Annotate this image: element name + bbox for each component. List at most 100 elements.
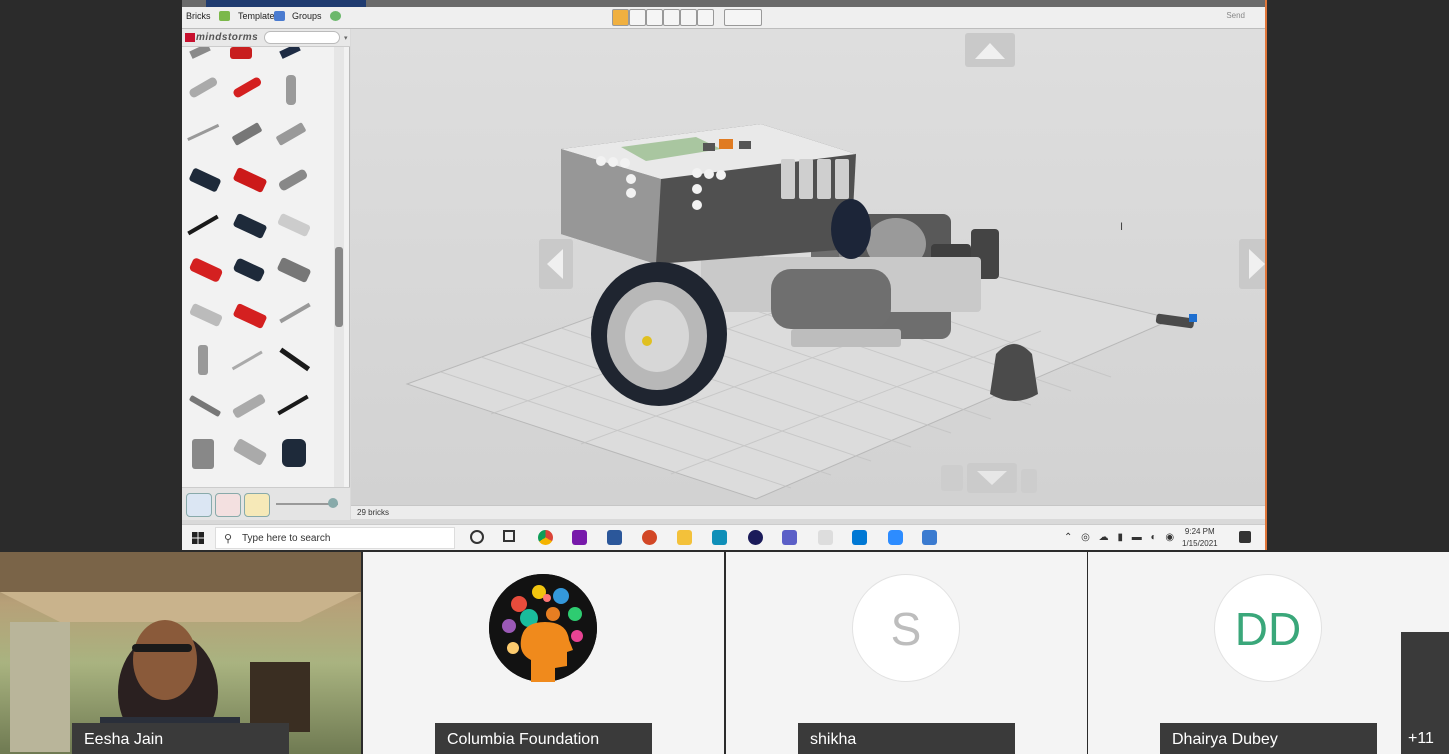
multi-select-tool-button[interactable] xyxy=(629,9,646,26)
tab-templates[interactable]: Templates xyxy=(238,11,279,21)
palette-scroll-thumb[interactable] xyxy=(335,247,343,327)
3d-viewport[interactable]: I xyxy=(351,29,1267,505)
participant-tile-video[interactable]: Eesha Jain xyxy=(0,552,361,754)
rotate-up-button[interactable] xyxy=(965,33,1015,67)
nxt-button xyxy=(703,143,715,151)
brick-thumb xyxy=(282,439,306,467)
clone-tool-button[interactable] xyxy=(724,9,762,26)
participant-name: shikha xyxy=(798,723,1015,754)
participant-avatar: S xyxy=(852,574,960,682)
powerpoint-icon[interactable] xyxy=(642,530,657,545)
connected-select-tool-button[interactable] xyxy=(646,9,663,26)
caster-pin xyxy=(1189,314,1197,322)
palette-scrollbar[interactable] xyxy=(334,47,344,487)
brick-thumb xyxy=(187,123,220,141)
chassis-beam xyxy=(791,329,901,347)
brick-thumb xyxy=(189,303,223,327)
brick-thumb xyxy=(233,77,262,98)
window-top-strip xyxy=(182,0,1267,7)
taskbar-search-placeholder: Type here to search xyxy=(242,533,331,544)
windows-start-icon[interactable] xyxy=(192,532,204,544)
brick-thumb xyxy=(278,169,308,191)
brick-thumb xyxy=(230,47,252,59)
zoom-out-button[interactable] xyxy=(1021,469,1037,493)
paint-mode-button[interactable] xyxy=(215,493,241,517)
taskbar-clock[interactable]: 9:24 PM 1/15/2021 xyxy=(1182,526,1218,550)
status-bar: 29 bricks xyxy=(351,505,1267,519)
window-titlebar-fragment xyxy=(206,0,366,7)
system-tray-icons[interactable]: ⌃ ◎ ☁ ▮ ▬ ◐ ◉ xyxy=(1064,532,1177,543)
shape-select-tool-button[interactable] xyxy=(680,9,697,26)
participant-tile[interactable]: Columbia Foundation xyxy=(363,552,724,754)
participant-tile[interactable]: S shikha xyxy=(726,552,1087,754)
tab-bricks[interactable]: Bricks xyxy=(186,11,211,21)
vscode-icon[interactable] xyxy=(852,530,867,545)
participant-tile[interactable]: DD Dhairya Dubey xyxy=(1088,552,1449,754)
mindstorms-brand: mindstorms xyxy=(196,32,259,43)
select-tool-button[interactable] xyxy=(612,9,629,26)
build-mode-button[interactable] xyxy=(186,493,212,517)
nxt-orange-button xyxy=(719,139,733,149)
more-participants-count: +11 xyxy=(1408,730,1434,747)
brick-thumb xyxy=(232,122,262,146)
participant-avatar-image xyxy=(489,574,597,682)
zoom-in-button[interactable] xyxy=(941,465,963,491)
clock-date: 1/15/2021 xyxy=(1182,539,1218,548)
participant-name: Eesha Jain xyxy=(72,723,289,754)
brick-thumb xyxy=(233,167,267,193)
rotate-down-button[interactable] xyxy=(967,463,1017,493)
app-icon[interactable] xyxy=(712,530,727,545)
tab-groups[interactable]: Groups xyxy=(292,11,322,21)
screen-share-border xyxy=(1265,0,1267,550)
zoom-slider-handle[interactable] xyxy=(328,498,338,508)
brick-thumb xyxy=(277,213,311,237)
onenote-icon[interactable] xyxy=(572,530,587,545)
collapse-icon[interactable]: ▾ xyxy=(344,34,348,42)
palette-search-input[interactable] xyxy=(264,31,340,44)
invert-select-tool-button[interactable] xyxy=(697,9,714,26)
notification-icon[interactable] xyxy=(1239,531,1251,543)
brick-thumb xyxy=(277,394,309,416)
brick-thumbnails xyxy=(187,47,311,469)
brick-thumb xyxy=(189,77,218,98)
text-cursor-icon: I xyxy=(1120,221,1124,233)
brick-thumb xyxy=(233,439,267,465)
palette-brand-bar: mindstorms ▾ xyxy=(182,29,350,47)
brick-thumb xyxy=(198,345,208,375)
brick-thumb xyxy=(279,347,311,372)
participant-name: Columbia Foundation xyxy=(435,723,652,754)
motor xyxy=(771,269,891,329)
chrome-icon[interactable] xyxy=(538,530,553,545)
participant-name: Dhairya Dubey xyxy=(1160,723,1377,754)
rotate-right-button[interactable] xyxy=(1239,239,1267,289)
windows-taskbar: ⚲ Type here to search ⌃ ◎ ☁ ▮ ▬ ◐ ◉ 9:24… xyxy=(182,524,1267,550)
task-view-icon[interactable] xyxy=(503,530,515,542)
wheel-hub xyxy=(625,300,689,372)
app-icon[interactable] xyxy=(748,530,763,545)
brick-thumb xyxy=(189,395,221,417)
hinge-mode-button[interactable] xyxy=(244,493,270,517)
bricks-icon xyxy=(219,11,230,21)
rotate-left-button[interactable] xyxy=(539,239,573,289)
caster-axle xyxy=(1155,313,1195,329)
teams-icon[interactable] xyxy=(782,530,797,545)
search-icon: ⚲ xyxy=(224,533,233,545)
app-icon[interactable] xyxy=(818,530,833,545)
word-icon[interactable] xyxy=(607,530,622,545)
zoom-icon[interactable] xyxy=(888,530,903,545)
brick-thumb xyxy=(279,47,301,59)
taskbar-search-input[interactable]: ⚲ Type here to search xyxy=(215,527,455,549)
app-icon[interactable] xyxy=(922,530,937,545)
color-select-tool-button[interactable] xyxy=(663,9,680,26)
participant-avatar: DD xyxy=(1214,574,1322,682)
file-explorer-icon[interactable] xyxy=(677,530,692,545)
brick-thumb xyxy=(192,439,214,469)
palette-bottom-bar xyxy=(182,487,350,520)
send-label[interactable]: Send xyxy=(1226,11,1245,20)
brick-thumb xyxy=(233,213,267,239)
brick-palette: mindstorms ▾ xyxy=(182,29,350,520)
brick-thumb xyxy=(189,168,221,192)
brick-thumb xyxy=(189,258,223,282)
cortana-icon[interactable] xyxy=(470,530,484,544)
more-participants-button[interactable]: +11 xyxy=(1401,632,1449,754)
